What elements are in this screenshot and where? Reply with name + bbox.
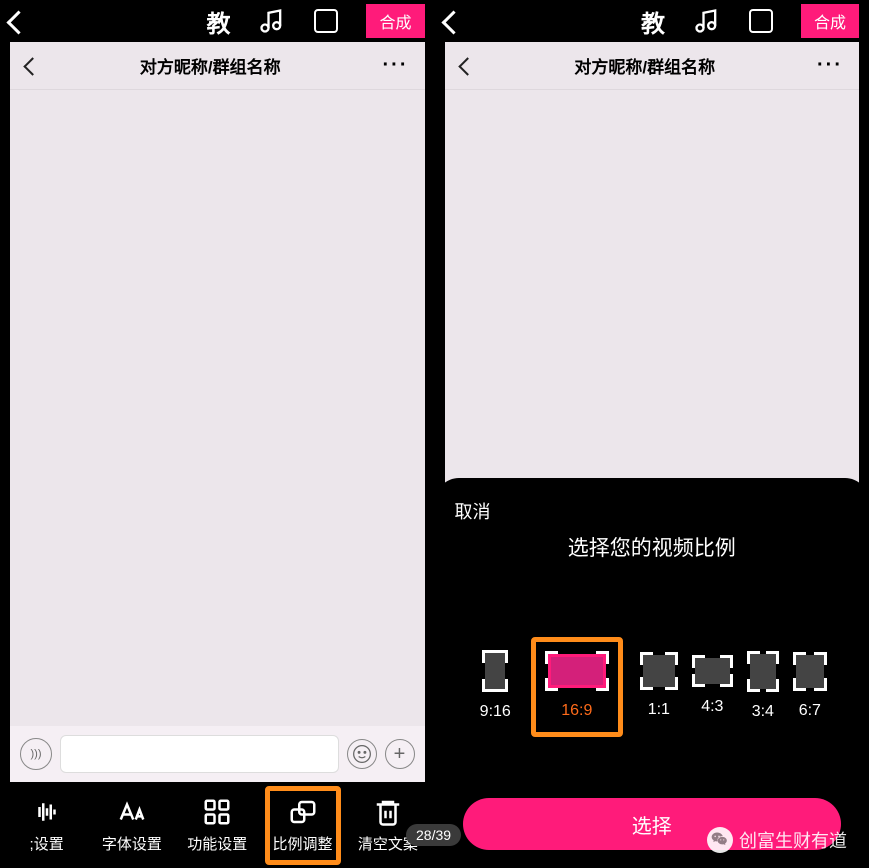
music-icon[interactable] <box>258 7 286 35</box>
top-toolbar: 教 合成 <box>0 0 435 42</box>
chat-header: 对方昵称/群组名称 ··· <box>10 42 425 90</box>
ratio-panel: 取消 选择您的视频比例 9:1616:91:14:33:46:7 选择 <box>435 478 869 868</box>
chat-header: 对方昵称/群组名称 ··· <box>445 42 860 90</box>
waveform-icon <box>32 797 62 827</box>
ratio-box-icon <box>643 655 675 687</box>
ratio-option-9-16[interactable]: 9:16 <box>480 653 511 721</box>
ratio-option-label: 4:3 <box>701 698 723 716</box>
ratio-box-icon <box>548 654 606 688</box>
chat-back-icon[interactable] <box>26 55 38 77</box>
function-settings-item[interactable]: 功能设置 <box>179 789 255 862</box>
chat-title: 对方昵称/群组名称 <box>574 53 715 78</box>
ratio-option-label: 3:4 <box>752 703 774 721</box>
grid-icon <box>202 797 232 827</box>
teach-icon[interactable]: 教 <box>641 4 665 39</box>
ratio-box-icon <box>750 654 776 689</box>
watermark: 创富生财有道 <box>707 827 847 853</box>
ratio-option-label: 9:16 <box>480 703 511 721</box>
ratio-option-label: 1:1 <box>648 701 670 719</box>
ratio-option-3-4[interactable]: 3:4 <box>750 654 776 721</box>
font-icon <box>117 797 147 827</box>
emoji-icon[interactable] <box>347 739 377 769</box>
ratio-option-6-7[interactable]: 6:7 <box>796 655 824 720</box>
chat-back-icon[interactable] <box>461 55 473 77</box>
ratio-box-icon <box>485 653 505 689</box>
top-toolbar-right: 教 合成 <box>435 0 869 42</box>
right-screen: 教 合成 对方昵称/群组名称 ··· 取消 选择您的视频比例 9:16 16:9 1… <box>435 0 869 868</box>
ratio-option-1-1[interactable]: 1:1 <box>643 655 675 719</box>
plus-icon[interactable]: + <box>385 739 415 769</box>
music-icon[interactable] <box>693 7 721 35</box>
ratio-option-label: 16:9 <box>561 702 592 720</box>
ratio-icon <box>288 797 318 827</box>
font-label: 字体设置 <box>102 833 162 854</box>
chat-preview: 对方昵称/群组名称 ··· ))) + <box>10 42 425 782</box>
ratio-option-16-9[interactable]: 16:9 <box>531 637 623 737</box>
frame-icon[interactable] <box>314 9 338 33</box>
ratio-box-icon <box>796 655 824 688</box>
chat-title: 对方昵称/群组名称 <box>140 53 281 78</box>
function-label: 功能设置 <box>187 833 247 854</box>
chat-input-bar: ))) + <box>10 726 425 782</box>
chat-more-icon[interactable]: ··· <box>383 54 409 77</box>
ratio-option-label: 6:7 <box>799 702 821 720</box>
settings-label: ;设置 <box>30 833 64 854</box>
voice-icon[interactable]: ))) <box>20 738 52 770</box>
chat-more-icon[interactable]: ··· <box>817 54 843 77</box>
cancel-button[interactable]: 取消 <box>455 498 850 524</box>
chat-text-input[interactable] <box>60 735 339 773</box>
ratio-box-icon <box>695 658 730 684</box>
ratio-label: 比例调整 <box>273 833 333 854</box>
chat-body <box>10 90 425 726</box>
back-icon[interactable] <box>10 9 24 33</box>
watermark-text: 创富生财有道 <box>739 827 847 853</box>
frame-icon[interactable] <box>749 9 773 33</box>
settings-item[interactable]: ;设置 <box>9 789 85 862</box>
font-settings-item[interactable]: 字体设置 <box>94 789 170 862</box>
back-icon[interactable] <box>445 9 459 33</box>
compose-button[interactable]: 合成 <box>366 4 424 38</box>
left-screen: 教 合成 对方昵称/群组名称 ··· ))) + <box>0 0 435 868</box>
page-indicator: 28/39 <box>406 824 461 846</box>
wechat-icon <box>707 827 733 853</box>
ratio-options: 9:16 16:9 1:1 4:3 3:4 6:7 <box>455 592 850 782</box>
ratio-option-4-3[interactable]: 4:3 <box>695 658 730 716</box>
teach-icon[interactable]: 教 <box>206 4 230 39</box>
compose-button[interactable]: 合成 <box>801 4 859 38</box>
ratio-panel-title: 选择您的视频比例 <box>455 532 850 562</box>
trash-icon <box>373 797 403 827</box>
ratio-adjust-item[interactable]: 比例调整 <box>265 786 341 865</box>
bottom-toolbar: ;设置 字体设置 功能设置 比例调整 清空文案 <box>0 782 435 868</box>
